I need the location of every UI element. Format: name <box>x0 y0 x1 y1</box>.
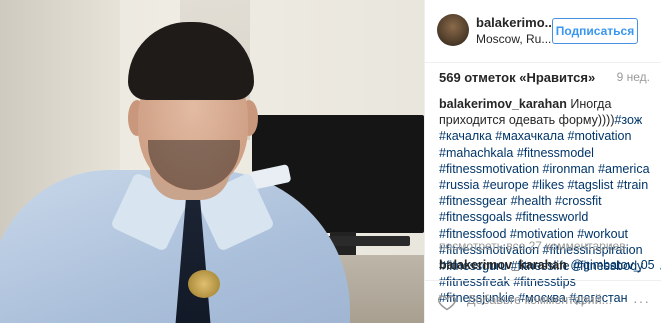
instagram-post: balakerimo... Moscow, Ru... Подписаться … <box>0 0 661 323</box>
comment-author[interactable]: balakerimov_karahan <box>439 258 567 272</box>
location-link[interactable]: Moscow, Ru... <box>476 32 551 46</box>
comment-emoji: 🙏🙏 <box>655 258 661 272</box>
more-options-icon[interactable]: ··· <box>633 293 650 309</box>
likes-count[interactable]: 569 отметок «Нравится» <box>439 70 595 85</box>
post-sidebar: balakerimo... Moscow, Ru... Подписаться … <box>424 0 661 323</box>
post-header: balakerimo... Moscow, Ru... Подписаться <box>425 0 661 63</box>
photo-badge <box>188 270 220 298</box>
username-link[interactable]: balakerimo... <box>476 15 555 30</box>
avatar[interactable] <box>437 14 469 46</box>
caption-author[interactable]: balakerimov_karahan <box>439 97 567 111</box>
comment-footer: Добавьте комментарий... ··· <box>425 280 661 324</box>
heart-icon[interactable] <box>437 292 457 312</box>
caption-hashtags[interactable]: #зож #качалка #махачкала #motivation #ma… <box>439 113 650 305</box>
comment-mention[interactable]: @gimbatov_05 <box>567 258 654 272</box>
follow-button[interactable]: Подписаться <box>552 18 638 44</box>
caption: balakerimov_karahan Иногда приходится од… <box>439 96 651 307</box>
post-time[interactable]: 9 нед. <box>617 70 650 84</box>
add-comment-input[interactable]: Добавьте комментарий... <box>467 293 612 307</box>
likes-row: 569 отметок «Нравится» 9 нед. <box>439 70 650 86</box>
post-photo[interactable] <box>0 0 424 323</box>
comment-item: balakerimov_karahan @gimbatov_05 🙏🙏 <box>439 258 661 273</box>
view-all-comments-link[interactable]: посмотреть все 27 комментариев <box>439 239 626 253</box>
